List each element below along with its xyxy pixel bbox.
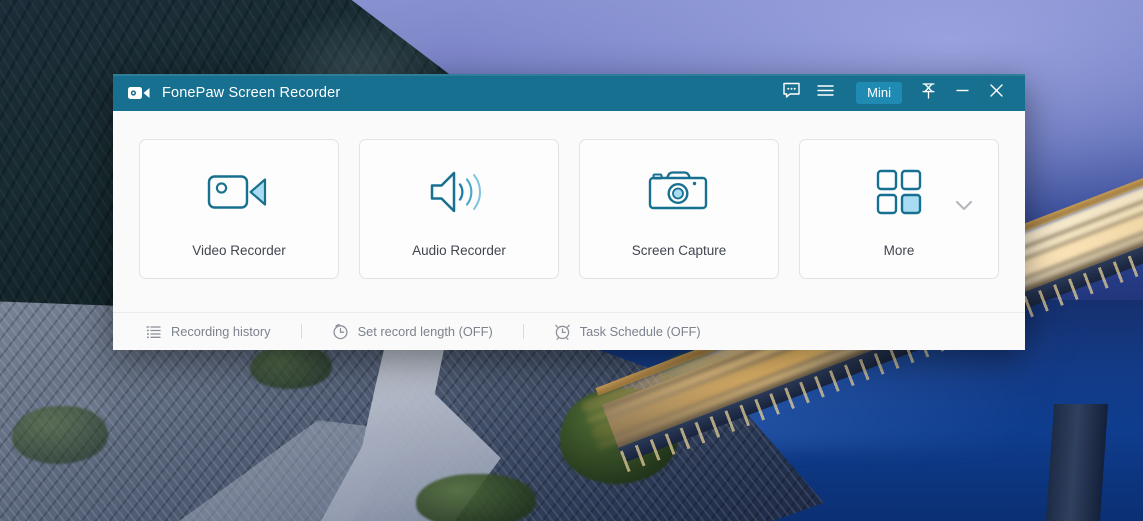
card-label: Screen Capture bbox=[631, 242, 727, 258]
wallpaper-shrub bbox=[250, 345, 332, 389]
card-label: Video Recorder bbox=[192, 242, 286, 258]
close-button[interactable] bbox=[979, 74, 1013, 111]
card-more[interactable]: More bbox=[799, 139, 999, 279]
close-icon bbox=[987, 81, 1006, 105]
footer-item-label: Recording history bbox=[171, 324, 271, 339]
footer-bar: Recording history Set record length (OFF… bbox=[113, 312, 1025, 350]
card-audio-recorder[interactable]: Audio Recorder bbox=[359, 139, 559, 279]
clock-icon bbox=[332, 323, 349, 340]
minimize-icon bbox=[953, 81, 972, 105]
mini-mode-button[interactable]: Mini bbox=[856, 81, 902, 104]
footer-item-set-record-length[interactable]: Set record length (OFF) bbox=[332, 323, 493, 340]
window-titlebar[interactable]: FonePaw Screen Recorder Mini bbox=[113, 74, 1025, 111]
pin-on-top-button[interactable] bbox=[911, 74, 945, 111]
card-label: Audio Recorder bbox=[412, 242, 506, 258]
feature-cards: Video Recorder Audio Recorder Screen Cap… bbox=[113, 111, 1025, 279]
video-camera-icon bbox=[127, 84, 151, 102]
window-body: Video Recorder Audio Recorder Screen Cap… bbox=[113, 111, 1025, 350]
card-video-recorder[interactable]: Video Recorder bbox=[139, 139, 339, 279]
footer-item-recording-history[interactable]: Recording history bbox=[145, 323, 271, 340]
minimize-button[interactable] bbox=[945, 74, 979, 111]
camera-icon bbox=[648, 161, 710, 223]
feedback-button[interactable] bbox=[774, 74, 808, 111]
hamburger-menu-icon bbox=[816, 81, 835, 105]
grid-squares-icon bbox=[876, 161, 922, 223]
footer-item-label: Set record length (OFF) bbox=[357, 324, 493, 339]
wallpaper-shrub bbox=[12, 406, 108, 464]
list-lines-icon bbox=[145, 323, 162, 340]
footer-item-label: Task Schedule (OFF) bbox=[579, 324, 701, 339]
video-camera-icon bbox=[207, 161, 271, 223]
app-window: FonePaw Screen Recorder Mini Video Recor… bbox=[113, 74, 1025, 350]
titlebar-controls: Mini bbox=[774, 74, 1025, 111]
menu-button[interactable] bbox=[808, 74, 842, 111]
card-screen-capture[interactable]: Screen Capture bbox=[579, 139, 779, 279]
alarm-clock-icon bbox=[554, 323, 571, 340]
footer-divider bbox=[300, 324, 302, 339]
footer-item-task-schedule[interactable]: Task Schedule (OFF) bbox=[554, 323, 701, 340]
wallpaper-shrub bbox=[416, 474, 536, 521]
pushpin-icon bbox=[919, 81, 938, 105]
wallpaper-bridge-pier bbox=[1045, 404, 1109, 521]
window-title: FonePaw Screen Recorder bbox=[162, 84, 341, 101]
chevron-down-icon[interactable] bbox=[952, 193, 976, 217]
footer-divider bbox=[522, 324, 524, 339]
card-label: More bbox=[883, 242, 915, 258]
speech-bubble-dots-icon bbox=[782, 81, 801, 105]
speaker-waves-icon bbox=[428, 161, 490, 223]
